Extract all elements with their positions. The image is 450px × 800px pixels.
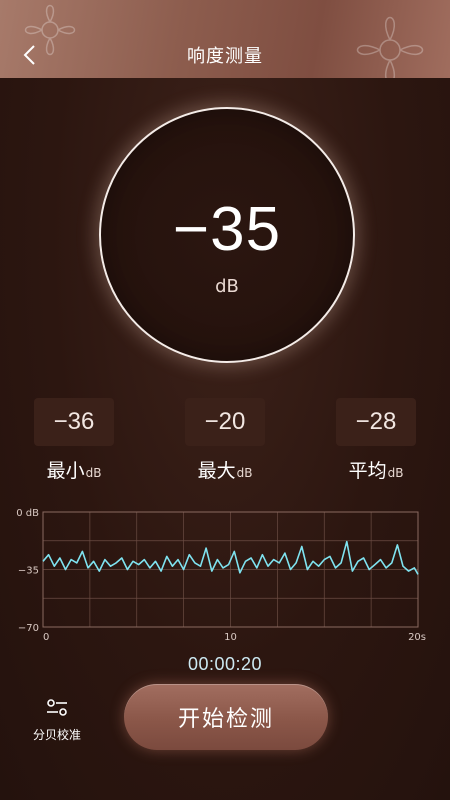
chart-y-tick-label: −35 <box>18 566 39 577</box>
stat-max-unit: dB <box>236 466 253 480</box>
stat-min-label: 最小dB <box>34 456 114 483</box>
stat-min-unit: dB <box>85 466 102 480</box>
stat-avg-label-text: 平均 <box>348 460 387 482</box>
chart-y-tick-label: −70 <box>18 623 39 634</box>
stat-avg-unit: dB <box>387 466 404 480</box>
sliders-icon <box>47 699 67 716</box>
header-bar: 响度测量 <box>0 0 450 78</box>
current-decibel-value: −35 <box>172 195 282 264</box>
stat-max-value: −20 <box>185 398 265 446</box>
chart-x-tick-label: 0 <box>43 632 49 643</box>
stat-max-label-text: 最大 <box>197 460 236 482</box>
start-detection-button[interactable]: 开始检测 <box>124 684 328 750</box>
chart-x-tick-label: 10 <box>224 632 237 643</box>
stat-min-label-text: 最小 <box>46 460 85 482</box>
stat-min-value: −36 <box>34 398 114 446</box>
stat-avg-value: −28 <box>336 398 416 446</box>
decibel-unit: dB <box>215 276 239 297</box>
stat-max-label: 最大dB <box>185 456 265 483</box>
chart-x-tick-label: 20s <box>408 632 426 643</box>
waveform-chart-svg: 0 dB −35 −70 0 10 20s <box>16 508 426 643</box>
calibrate-button[interactable]: 分贝校准 <box>22 698 92 743</box>
stat-avg: −28 平均dB <box>336 398 416 483</box>
stat-avg-label: 平均dB <box>336 456 416 483</box>
decibel-meter: −35 dB <box>99 107 355 363</box>
stat-min: −36 最小dB <box>34 398 114 483</box>
waveform-chart: 0 dB −35 −70 0 10 20s <box>0 500 450 650</box>
chart-y-tick-label: 0 dB <box>16 508 39 519</box>
elapsed-timer: 00:00:20 <box>187 654 263 674</box>
page-title: 响度测量 <box>187 46 263 67</box>
stat-max: −20 最大dB <box>185 398 265 483</box>
app-screen: 响度测量 −35 dB −36 最小dB −20 最大dB −28 平均dB 0… <box>0 0 450 800</box>
calibrate-label: 分贝校准 <box>32 728 81 742</box>
